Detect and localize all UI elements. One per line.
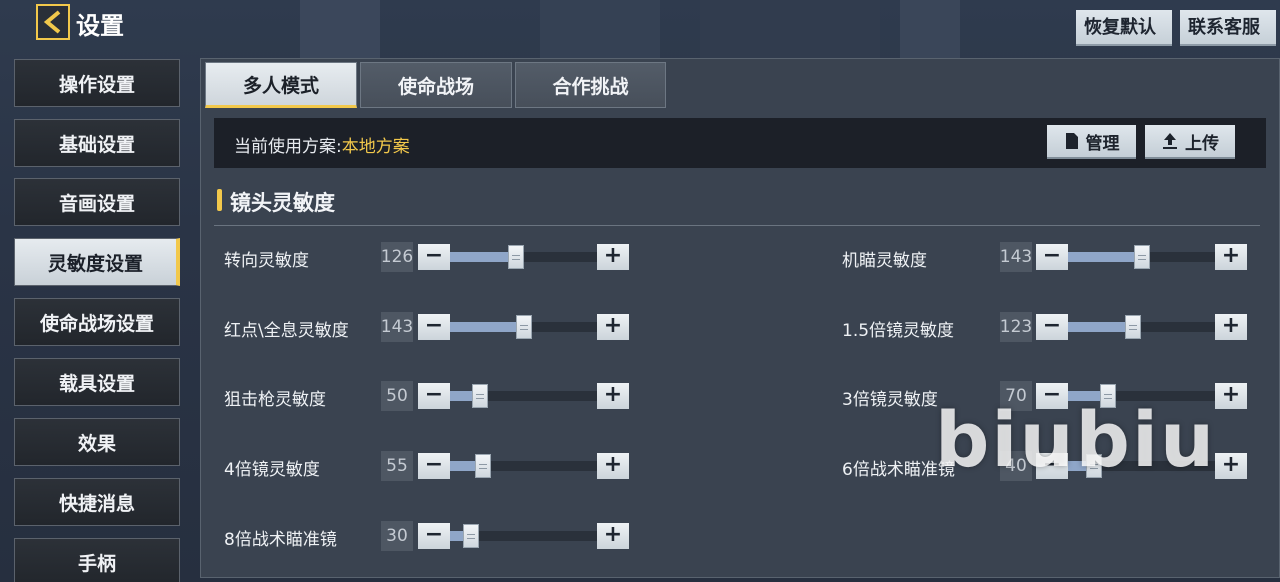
sidebar-item-controls[interactable]: 操作设置 <box>14 59 180 107</box>
sensitivity-label: 机瞄灵敏度 <box>842 251 927 271</box>
sidebar-item-basic[interactable]: 基础设置 <box>14 119 180 167</box>
back-button[interactable] <box>36 4 70 40</box>
increase-button[interactable]: + <box>1215 244 1247 270</box>
watermark: biubiu <box>935 395 1217 484</box>
increase-button[interactable]: + <box>597 523 629 549</box>
manage-button[interactable]: 管理 <box>1047 125 1136 159</box>
page-title: 设置 <box>76 12 124 40</box>
sensitivity-value[interactable]: 143 <box>1000 242 1032 272</box>
slider-fill <box>1068 322 1133 332</box>
scheme-value: 本地方案 <box>341 137 410 157</box>
contact-support-button[interactable]: 联系客服 <box>1180 10 1276 46</box>
slider-handle[interactable] <box>1134 245 1150 269</box>
slider-handle[interactable] <box>463 524 479 548</box>
slider-handle[interactable] <box>1125 315 1141 339</box>
slider-track[interactable] <box>1068 315 1216 339</box>
sensitivity-value[interactable]: 30 <box>381 521 413 551</box>
slider-track[interactable] <box>450 524 598 548</box>
increase-button[interactable]: + <box>1215 453 1247 479</box>
section-title: 镜头灵敏度 <box>230 191 335 215</box>
increase-button[interactable]: + <box>1215 314 1247 340</box>
sensitivity-label: 8倍战术瞄准镜 <box>224 530 337 550</box>
slider-fill <box>1068 252 1142 262</box>
slider-track[interactable] <box>1068 245 1216 269</box>
current-scheme: 当前使用方案:本地方案 <box>234 132 410 157</box>
sidebar-item-quick-messages[interactable]: 快捷消息 <box>14 478 180 526</box>
upload-button[interactable]: 上传 <box>1145 125 1235 159</box>
restore-default-button[interactable]: 恢复默认 <box>1076 10 1172 46</box>
increase-button[interactable]: + <box>1215 383 1247 409</box>
sensitivity-value[interactable]: 123 <box>1000 312 1032 342</box>
decrease-button[interactable]: − <box>418 523 450 549</box>
scheme-prefix: 当前使用方案: <box>234 137 342 157</box>
sensitivity-row: 8倍战术瞄准镜 30− + <box>0 521 1280 551</box>
decrease-button[interactable]: − <box>1036 314 1068 340</box>
section-divider <box>214 225 1260 226</box>
document-icon <box>1065 133 1078 149</box>
tab-battle-royale[interactable]: 使命战场 <box>360 62 512 108</box>
tab-multiplayer[interactable]: 多人模式 <box>205 62 357 108</box>
sensitivity-label: 1.5倍镜灵敏度 <box>842 321 955 341</box>
sidebar-item-audio-video[interactable]: 音画设置 <box>14 178 180 226</box>
chevron-left-icon <box>43 10 61 34</box>
sensitivity-row: 机瞄灵敏度 143− + <box>0 242 1280 272</box>
decrease-button[interactable]: − <box>1036 244 1068 270</box>
upload-icon <box>1163 133 1177 149</box>
section-accent-bar <box>217 189 222 211</box>
upload-label: 上传 <box>1185 133 1219 154</box>
manage-label: 管理 <box>1085 133 1120 154</box>
tab-coop-challenge[interactable]: 合作挑战 <box>515 62 666 108</box>
sensitivity-row: 1.5倍镜灵敏度 123− + <box>0 312 1280 342</box>
sensitivity-label: 3倍镜灵敏度 <box>842 390 938 410</box>
